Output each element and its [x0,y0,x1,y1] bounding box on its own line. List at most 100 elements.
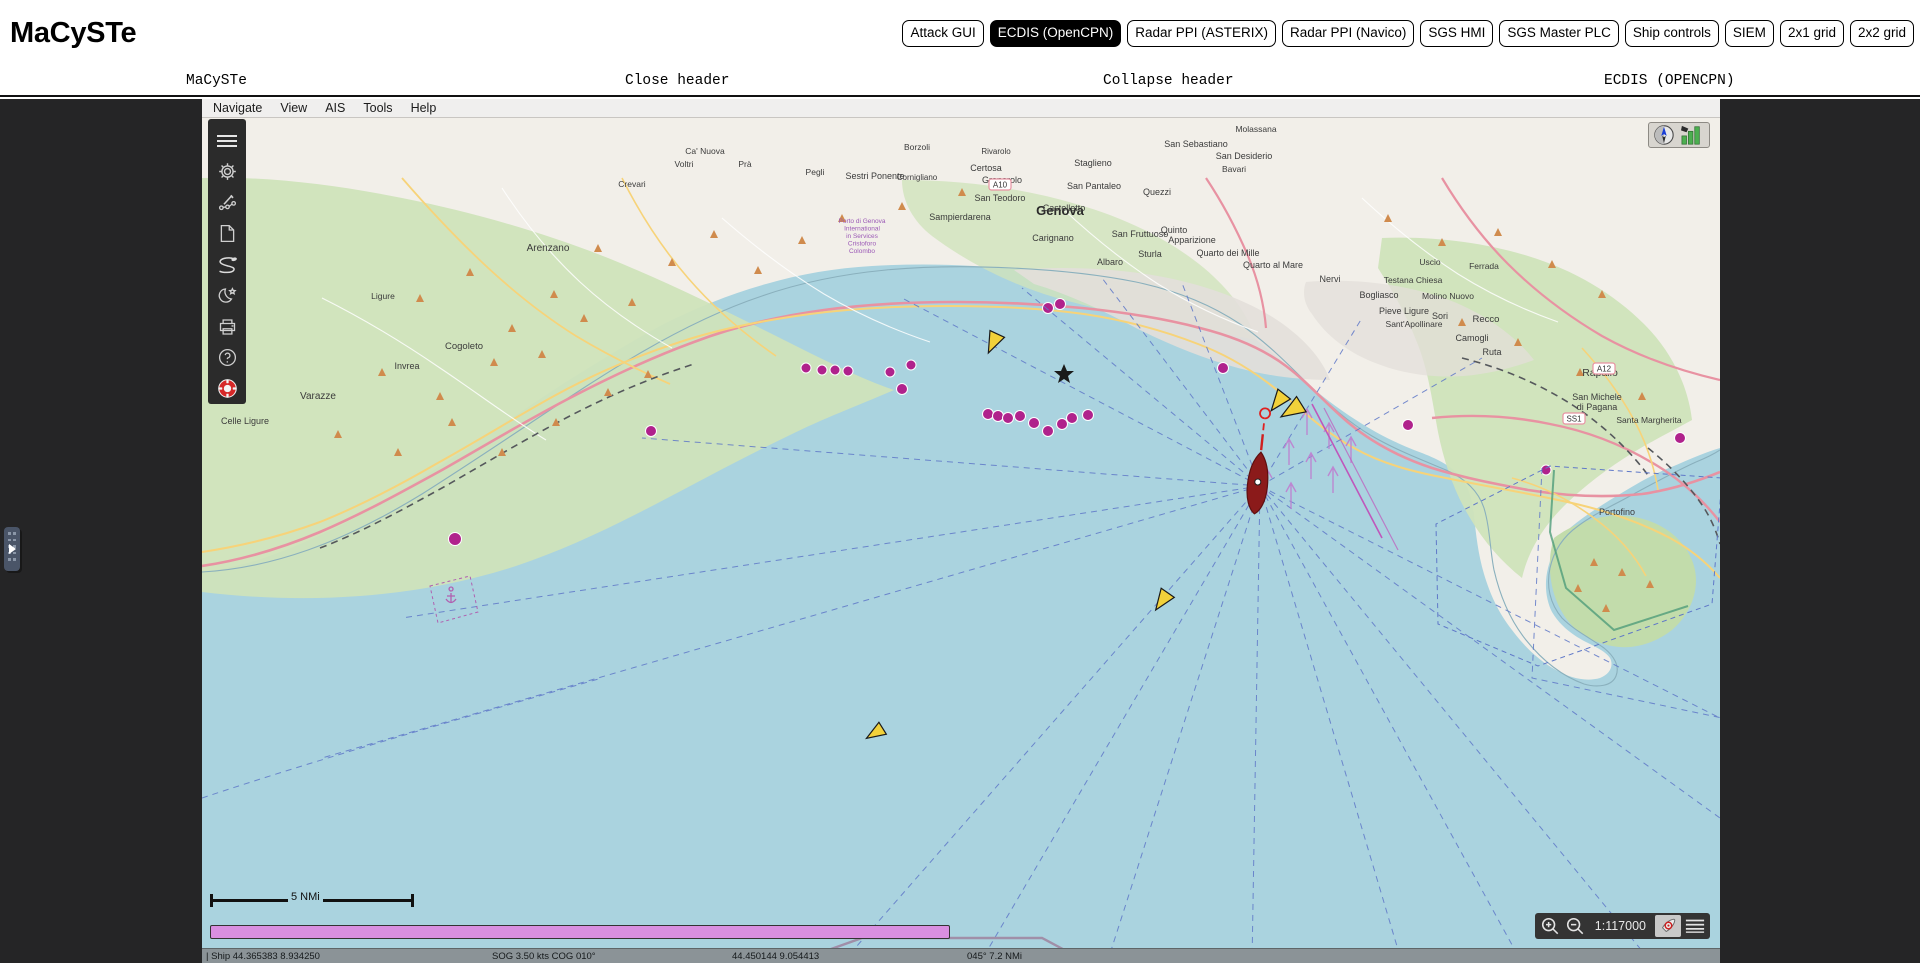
compass-rose-icon[interactable] [1653,124,1675,146]
app-header: MaCySTe Attack GUI ECDIS (OpenCPN) Radar P… [0,0,1920,66]
map-label: Prà [738,159,752,169]
zoom-out-icon[interactable] [1564,915,1586,937]
app-switcher-buttons: Attack GUI ECDIS (OpenCPN) Radar PPI (ASTE… [902,20,1914,47]
map-label: Rivarolo [981,147,1011,156]
map-label: San Desiderio [1216,151,1273,161]
map-label: Crevari [618,179,646,189]
app-button-ecdis-opencpn[interactable]: ECDIS (OpenCPN) [989,20,1122,47]
menu-item-ais[interactable]: AIS [316,99,354,117]
map-label: San Michele [1572,392,1622,402]
night-mode-icon[interactable] [208,280,246,311]
chart-quality-icon[interactable] [1679,124,1705,146]
subheader-brand: MaCySTe [186,73,247,89]
map-label: Molino Nuovo [1422,291,1474,301]
app-button-radar-ppi-asterix[interactable]: Radar PPI (ASTERIX) [1127,20,1277,47]
app-button-attack-gui[interactable]: Attack GUI [902,20,984,47]
scale-bar-cap-right [411,894,414,907]
map-label: Carignano [1032,233,1074,243]
map-label: Pegli [806,167,825,177]
app-button-ship-controls[interactable]: Ship controls [1624,20,1719,47]
port-label-line: in Services [846,233,879,240]
app-button-radar-ppi-navico[interactable]: Radar PPI (Navico) [1282,20,1415,47]
document-icon[interactable] [208,218,246,249]
map-label: Quinto [1161,225,1188,235]
map-label: Bogliasco [1359,290,1398,300]
map-label: Sampierdarena [929,212,991,222]
follow-ship-icon[interactable] [1655,915,1681,937]
svg-text:SS1: SS1 [1566,415,1582,424]
app-button-2x2-grid[interactable]: 2x2 grid [1849,20,1914,47]
status-ship-position: | Ship 44.365383 8.934250 [206,951,320,962]
map-label: Quarto dei Mille [1196,248,1259,258]
map-label: Celle Ligure [221,416,269,426]
status-bearing-range: 045° 7.2 NMi [967,951,1023,962]
map-label: San Teodoro [975,193,1026,203]
app-button-2x1-grid[interactable]: 2x1 grid [1779,20,1844,47]
route-measure-icon[interactable] [208,187,246,218]
app-button-siem[interactable]: SIEM [1724,20,1774,47]
lifebuoy-icon[interactable] [208,373,246,404]
track-icon[interactable] [208,249,246,280]
map-label: Staglieno [1074,158,1112,168]
app-button-sgs-hmi[interactable]: SGS HMI [1420,20,1494,47]
map-label: Camogli [1455,333,1488,343]
map-label: Varazze [300,391,336,402]
printer-icon[interactable] [208,311,246,342]
workspace: Navigate View AIS Tools Help Genova Samp… [0,99,1920,963]
map-label: Bavari [1222,164,1246,174]
ecdis-window: Navigate View AIS Tools Help Genova Samp… [202,99,1720,963]
map-label: Quarto al Mare [1243,260,1303,270]
map-label: Sori [1432,311,1448,321]
port-label-line: International [844,226,880,233]
zoom-in-icon[interactable] [1539,915,1561,937]
left-panel-expander[interactable] [4,527,20,571]
app-button-sgs-master-plc[interactable]: SGS Master PLC [1499,20,1619,47]
port-label-line: Colombo [849,248,875,255]
menu-item-help[interactable]: Help [402,99,446,117]
map-label: Santa Margherita [1616,415,1681,425]
close-header-button[interactable]: Close header [625,73,729,89]
map-label: Ca' Nuova [685,146,725,156]
map-label: di Pagana [1577,402,1618,412]
ecdis-status-bar: | Ship 44.365383 8.934250 SOG 3.50 kts C… [202,948,1720,963]
app-brand-title: MaCySTe [10,16,137,49]
map-label: Testana Chiesa [1384,275,1443,285]
status-sog-cog: SOG 3.50 kts COG 010° [492,951,596,962]
chevron-right-icon [9,544,16,554]
port-label-line: Cristoforo [848,241,877,248]
options-menu-icon[interactable] [1684,915,1706,937]
gear-icon[interactable] [208,156,246,187]
svg-text:A12: A12 [1597,365,1612,374]
menu-item-navigate[interactable]: Navigate [202,99,271,117]
map-label: Certosa [970,163,1002,173]
map-label: Invrea [394,361,419,371]
menu-item-view[interactable]: View [271,99,316,117]
map-label: Arenzano [527,243,570,254]
opencpn-toolbar [208,119,246,404]
ecdis-chart-canvas[interactable]: Genova Sampierdarena Sestri Ponente Cornigl… [202,118,1720,963]
chart-scale-bar: 5 NMi [210,891,414,908]
collapse-header-button[interactable]: Collapse header [1103,73,1234,89]
road-shield: A10 [988,178,1012,191]
chart-scale-value: 1:117000 [1594,919,1646,933]
road-shield: SS1 [1562,412,1586,425]
hamburger-menu-icon[interactable] [208,125,246,156]
map-label: Ligure [371,291,395,301]
nautical-chart-map[interactable]: GenovaSampierdarenaSestri PonenteCornigl… [202,118,1720,963]
map-label: Recco [1473,314,1500,325]
menu-item-tools[interactable]: Tools [354,99,401,117]
scale-bar-label: 5 NMi [288,891,323,903]
map-label: Cornigliano [897,173,938,182]
map-label: Apparizione [1168,235,1216,245]
svg-text:A10: A10 [993,181,1008,190]
port-label-line: Porto di Genova [839,218,886,225]
map-label: Albaro [1097,257,1123,267]
map-label: Castelletto [1043,203,1086,213]
help-icon[interactable] [208,342,246,373]
subheader-window-title: ECDIS (OPENCPN) [1604,73,1735,89]
scale-bar-cap-left [210,894,213,907]
map-label: Voltri [675,159,694,169]
map-label: Portofino [1599,507,1635,517]
map-label: Molassana [1235,124,1276,134]
map-label: Cogoleto [445,341,483,352]
